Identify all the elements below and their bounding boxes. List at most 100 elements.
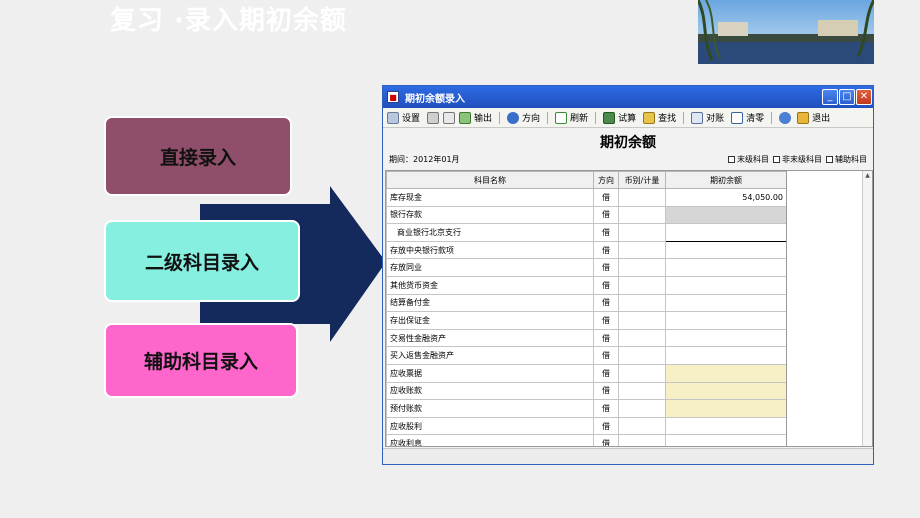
table-row[interactable]: 存放同业借 <box>386 258 787 277</box>
cell-direction[interactable]: 借 <box>593 293 619 313</box>
print-icon[interactable] <box>427 111 440 124</box>
toolbar-settings[interactable]: 设置 <box>387 111 420 124</box>
cell-direction[interactable]: 借 <box>593 275 619 295</box>
cell-opening-balance[interactable] <box>665 205 787 225</box>
cell-opening-balance[interactable] <box>665 346 787 365</box>
cell-currency[interactable] <box>618 223 666 242</box>
vertical-scrollbar[interactable]: ▲ <box>862 171 872 446</box>
filter-non-leaf-accounts[interactable]: 非末级科目 <box>773 154 822 165</box>
table-row[interactable]: 存出保证金借 <box>386 311 787 330</box>
cell-account-name[interactable]: 存放同业 <box>386 258 594 277</box>
cell-direction[interactable]: 借 <box>593 328 619 348</box>
cell-currency[interactable] <box>618 188 666 207</box>
cell-currency[interactable] <box>618 328 666 348</box>
cell-opening-balance[interactable] <box>665 381 787 401</box>
cell-currency[interactable] <box>618 363 666 383</box>
cell-opening-balance[interactable] <box>665 311 787 330</box>
filter-leaf-accounts[interactable]: 末级科目 <box>728 154 769 165</box>
cell-currency[interactable] <box>618 293 666 313</box>
table-row[interactable]: 存放中央银行款项借 <box>386 240 787 260</box>
toolbar-reconcile[interactable]: 对账 <box>691 111 724 124</box>
cell-account-name[interactable]: 结算备付金 <box>386 293 594 313</box>
cell-direction[interactable]: 借 <box>593 240 619 260</box>
cell-account-name[interactable]: 买入返售金融资产 <box>386 346 594 365</box>
scroll-up-icon[interactable]: ▲ <box>863 171 872 181</box>
cell-account-name[interactable]: 应收股利 <box>386 416 594 436</box>
table-row[interactable]: 预付账款借 <box>386 399 787 418</box>
cell-direction[interactable]: 借 <box>593 311 619 330</box>
table-row[interactable]: 结算备付金借 <box>386 293 787 313</box>
cell-account-name[interactable]: 存出保证金 <box>386 311 594 330</box>
cell-account-name[interactable]: 银行存款 <box>386 205 594 225</box>
cell-account-name[interactable]: 应收票据 <box>386 363 594 383</box>
toolbar-direction[interactable]: 方向 <box>507 111 540 124</box>
cell-opening-balance[interactable] <box>665 399 787 418</box>
cell-direction[interactable]: 借 <box>593 434 619 446</box>
cell-currency[interactable] <box>618 416 666 436</box>
cell-account-name[interactable]: 其他货币资金 <box>386 275 594 295</box>
cell-account-name[interactable]: 应收利息 <box>386 434 594 446</box>
filter-auxiliary-accounts[interactable]: 辅助科目 <box>826 154 867 165</box>
cell-currency[interactable] <box>618 311 666 330</box>
cell-direction[interactable]: 借 <box>593 223 619 242</box>
toolbar-refresh[interactable]: 刷新 <box>555 111 588 124</box>
help-icon[interactable] <box>779 111 792 124</box>
cell-currency[interactable] <box>618 275 666 295</box>
table-row[interactable]: 库存现金借 54,050.00 <box>386 188 787 207</box>
cell-account-name[interactable]: 交易性金融资产 <box>386 328 594 348</box>
column-header-opening-balance[interactable]: 期初余额 <box>665 171 787 189</box>
cell-currency[interactable] <box>618 346 666 365</box>
cell-opening-balance[interactable]: 54,050.00 <box>665 188 787 207</box>
cell-direction[interactable]: 借 <box>593 258 619 277</box>
cell-opening-balance[interactable] <box>665 328 787 348</box>
cell-opening-balance[interactable] <box>665 223 787 242</box>
table-row[interactable]: 应收利息借 <box>386 434 787 446</box>
table-row[interactable]: 应收账款借 <box>386 381 787 401</box>
cell-currency[interactable] <box>618 258 666 277</box>
cell-opening-balance[interactable] <box>665 416 787 436</box>
cell-account-name[interactable]: 预付账款 <box>386 399 594 418</box>
cell-direction[interactable]: 借 <box>593 346 619 365</box>
cell-currency[interactable] <box>618 434 666 446</box>
cell-opening-balance[interactable] <box>665 275 787 295</box>
cell-currency[interactable] <box>618 381 666 401</box>
cell-account-name[interactable]: 商业银行北京支行 <box>386 223 594 242</box>
table-row[interactable]: 银行存款借 <box>386 205 787 225</box>
table-row[interactable]: 其他货币资金借 <box>386 275 787 295</box>
cell-direction[interactable]: 借 <box>593 205 619 225</box>
table-row[interactable]: 买入返售金融资产借 <box>386 346 787 365</box>
toolbar-trial-balance[interactable]: 试算 <box>603 111 636 124</box>
cell-currency[interactable] <box>618 399 666 418</box>
cell-account-name[interactable]: 存放中央银行款项 <box>386 240 594 260</box>
minimize-button[interactable]: _ <box>822 89 838 105</box>
close-button[interactable]: ✕ <box>856 89 872 105</box>
column-header-direction[interactable]: 方向 <box>593 171 619 189</box>
cell-opening-balance[interactable] <box>665 258 787 277</box>
cell-direction[interactable]: 借 <box>593 363 619 383</box>
cell-account-name[interactable]: 库存现金 <box>386 188 594 207</box>
cell-currency[interactable] <box>618 205 666 225</box>
toolbar-export[interactable]: 输出 <box>459 111 492 124</box>
maximize-button[interactable]: □ <box>839 89 855 105</box>
cell-direction[interactable]: 借 <box>593 188 619 207</box>
column-header-currency[interactable]: 币别/计量 <box>618 171 666 189</box>
cell-currency[interactable] <box>618 240 666 260</box>
toolbar-exit[interactable]: 退出 <box>797 111 830 124</box>
clear-grid-icon <box>731 111 744 124</box>
column-header-account-name[interactable]: 科目名称 <box>386 171 594 189</box>
cell-direction[interactable]: 借 <box>593 416 619 436</box>
cell-account-name[interactable]: 应收账款 <box>386 381 594 401</box>
table-row[interactable]: 商业银行北京支行借 <box>386 223 787 242</box>
cell-opening-balance[interactable] <box>665 293 787 313</box>
cell-opening-balance[interactable] <box>665 363 787 383</box>
table-row[interactable]: 应收票据借 <box>386 363 787 383</box>
cell-opening-balance[interactable] <box>665 434 787 446</box>
table-row[interactable]: 交易性金融资产借 <box>386 328 787 348</box>
cell-opening-balance[interactable] <box>665 240 787 260</box>
cell-direction[interactable]: 借 <box>593 381 619 401</box>
toolbar-clear[interactable]: 清零 <box>731 111 764 124</box>
table-row[interactable]: 应收股利借 <box>386 416 787 436</box>
preview-icon[interactable] <box>443 111 456 124</box>
cell-direction[interactable]: 借 <box>593 399 619 418</box>
toolbar-find[interactable]: 查找 <box>643 111 676 124</box>
